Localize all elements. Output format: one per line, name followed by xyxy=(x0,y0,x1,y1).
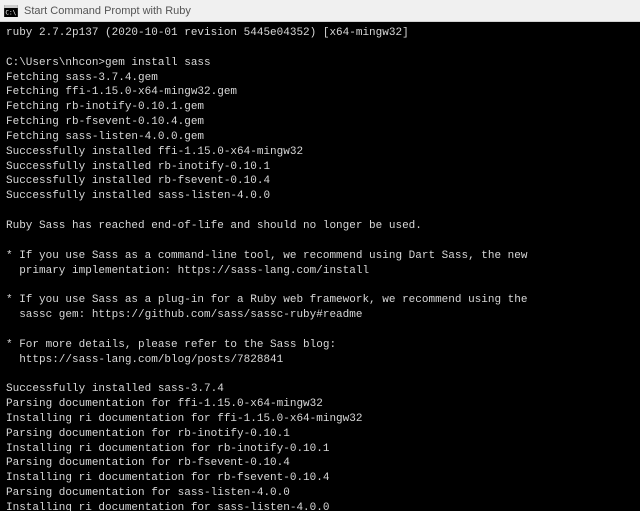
terminal-line: Successfully installed ffi-1.15.0-x64-mi… xyxy=(6,145,634,160)
terminal-line: Installing ri documentation for ffi-1.15… xyxy=(6,412,634,427)
terminal-line: Parsing documentation for sass-listen-4.… xyxy=(6,486,634,501)
terminal-line: https://sass-lang.com/blog/posts/7828841 xyxy=(6,353,634,368)
terminal-line: sassc gem: https://github.com/sass/sassc… xyxy=(6,308,634,323)
terminal-line xyxy=(6,367,634,382)
terminal-line: ruby 2.7.2p137 (2020-10-01 revision 5445… xyxy=(6,26,634,41)
terminal-line: primary implementation: https://sass-lan… xyxy=(6,264,634,279)
terminal-line: Parsing documentation for rb-fsevent-0.1… xyxy=(6,456,634,471)
window-title-bar[interactable]: C:\ Start Command Prompt with Ruby xyxy=(0,0,640,22)
svg-text:C:\: C:\ xyxy=(5,9,16,16)
terminal-line: * If you use Sass as a plug-in for a Rub… xyxy=(6,293,634,308)
terminal-line: Parsing documentation for rb-inotify-0.1… xyxy=(6,427,634,442)
terminal-line: * If you use Sass as a command-line tool… xyxy=(6,249,634,264)
terminal-line: Fetching rb-fsevent-0.10.4.gem xyxy=(6,115,634,130)
terminal-line xyxy=(6,41,634,56)
terminal-line: Successfully installed sass-listen-4.0.0 xyxy=(6,189,634,204)
terminal-output[interactable]: ruby 2.7.2p137 (2020-10-01 revision 5445… xyxy=(0,22,640,511)
terminal-line: Fetching sass-listen-4.0.0.gem xyxy=(6,130,634,145)
terminal-line: Ruby Sass has reached end-of-life and sh… xyxy=(6,219,634,234)
terminal-line: Fetching rb-inotify-0.10.1.gem xyxy=(6,100,634,115)
terminal-line: C:\Users\nhcon>gem install sass xyxy=(6,56,634,71)
terminal-line: Successfully installed sass-3.7.4 xyxy=(6,382,634,397)
terminal-line: * For more details, please refer to the … xyxy=(6,338,634,353)
terminal-line: Parsing documentation for ffi-1.15.0-x64… xyxy=(6,397,634,412)
terminal-line xyxy=(6,323,634,338)
terminal-line: Successfully installed rb-inotify-0.10.1 xyxy=(6,160,634,175)
window-title-text: Start Command Prompt with Ruby xyxy=(24,5,191,17)
terminal-line xyxy=(6,278,634,293)
terminal-line xyxy=(6,204,634,219)
terminal-line: Installing ri documentation for rb-fseve… xyxy=(6,471,634,486)
terminal-line: Fetching sass-3.7.4.gem xyxy=(6,71,634,86)
terminal-line: Fetching ffi-1.15.0-x64-mingw32.gem xyxy=(6,85,634,100)
cmd-icon: C:\ xyxy=(4,5,18,17)
terminal-line xyxy=(6,234,634,249)
terminal-line: Installing ri documentation for sass-lis… xyxy=(6,501,634,511)
terminal-line: Successfully installed rb-fsevent-0.10.4 xyxy=(6,174,634,189)
terminal-line: Installing ri documentation for rb-inoti… xyxy=(6,442,634,457)
